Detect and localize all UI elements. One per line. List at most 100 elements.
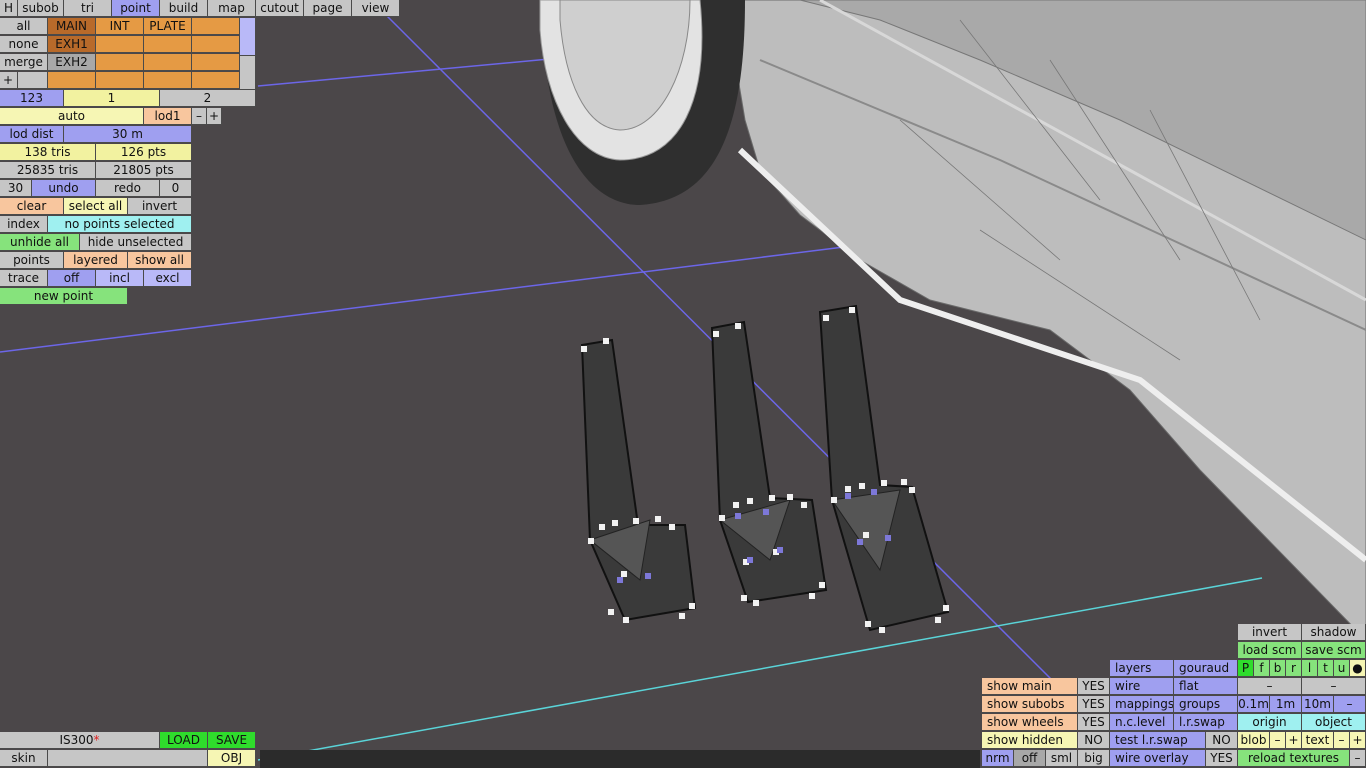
wire-button[interactable]: wire [1110, 678, 1174, 695]
lod-tab-123[interactable]: 123 [0, 90, 64, 107]
blob-plus-button[interactable]: + [1286, 732, 1302, 749]
save-button[interactable]: SAVE [208, 732, 256, 749]
tab-point[interactable]: point [112, 0, 160, 17]
skin-button[interactable]: skin [0, 750, 48, 767]
show-wheels-button[interactable]: show wheels [982, 714, 1078, 731]
invert-view-button[interactable]: invert [1238, 624, 1302, 641]
points-mode-button[interactable]: points [0, 252, 64, 269]
subob-cell[interactable] [96, 36, 144, 53]
text-button[interactable]: text [1302, 732, 1334, 749]
test-lr-swap-button[interactable]: test l.r.swap [1110, 732, 1206, 749]
new-point-button[interactable]: new point [0, 288, 128, 305]
show-hidden-button[interactable]: show hidden [982, 732, 1078, 749]
index-button[interactable]: index [0, 216, 48, 233]
trace-excl-button[interactable]: excl [144, 270, 192, 287]
blob-button[interactable]: blob [1238, 732, 1270, 749]
hide-unselected-button[interactable]: hide unselected [80, 234, 192, 251]
select-all-button[interactable]: select all [64, 198, 128, 215]
lod-tab-2[interactable]: 2 [160, 90, 256, 107]
lod-name[interactable]: lod1 [144, 108, 192, 125]
subob-cell[interactable] [96, 72, 144, 89]
trace-incl-button[interactable]: incl [96, 270, 144, 287]
text-minus-button[interactable]: – [1334, 732, 1350, 749]
save-scm-button[interactable]: save scm [1302, 642, 1366, 659]
layers-button[interactable]: layers [1110, 660, 1174, 677]
subob-int[interactable]: INT [96, 18, 144, 35]
dash-button[interactable]: – [1302, 678, 1366, 695]
gouraud-button[interactable]: gouraud [1174, 660, 1238, 677]
show-subobs-value[interactable]: YES [1078, 696, 1110, 713]
show-all-button[interactable]: show all [128, 252, 192, 269]
tab-page[interactable]: page [304, 0, 352, 17]
subob-cell[interactable] [96, 54, 144, 71]
lod-auto[interactable]: auto [0, 108, 144, 125]
load-scm-button[interactable]: load scm [1238, 642, 1302, 659]
subob-main[interactable]: MAIN [48, 18, 96, 35]
subob-cell[interactable] [192, 18, 240, 35]
skin-field[interactable] [48, 750, 208, 767]
flag-u[interactable]: u [1334, 660, 1350, 677]
show-subobs-button[interactable]: show subobs [982, 696, 1078, 713]
reload-textures-button[interactable]: reload textures [1238, 750, 1350, 767]
lod-minus-button[interactable]: – [192, 108, 207, 125]
origin-button[interactable]: origin [1238, 714, 1302, 731]
clear-button[interactable]: clear [0, 198, 64, 215]
grid-minus-button[interactable]: – [1334, 696, 1366, 713]
subob-cell[interactable] [144, 72, 192, 89]
show-hidden-value[interactable]: NO [1078, 732, 1110, 749]
subob-cell[interactable] [192, 36, 240, 53]
model-name[interactable]: IS300* [0, 732, 160, 749]
unhide-all-button[interactable]: unhide all [0, 234, 80, 251]
shadow-button[interactable]: shadow [1302, 624, 1366, 641]
subob-merge-button[interactable]: merge [0, 54, 48, 71]
test-lr-swap-value[interactable]: NO [1206, 732, 1238, 749]
flag-f[interactable]: f [1254, 660, 1270, 677]
text-plus-button[interactable]: + [1350, 732, 1366, 749]
menu-h[interactable]: H [0, 0, 18, 17]
lod-plus-button[interactable]: + [207, 108, 222, 125]
reload-minus-button[interactable]: – [1350, 750, 1366, 767]
subob-cell[interactable] [144, 36, 192, 53]
wire-overlay-value[interactable]: YES [1206, 750, 1238, 767]
subob-plate[interactable]: PLATE [144, 18, 192, 35]
dash-button[interactable]: – [1238, 678, 1302, 695]
invert-button[interactable]: invert [128, 198, 192, 215]
flat-button[interactable]: flat [1174, 678, 1238, 695]
subob-cell[interactable] [192, 54, 240, 71]
subob-exh1[interactable]: EXH1 [48, 36, 96, 53]
lr-swap-button[interactable]: l.r.swap [1174, 714, 1238, 731]
subob-cell[interactable] [192, 72, 240, 89]
mappings-button[interactable]: mappings [1110, 696, 1174, 713]
subob-none-button[interactable]: none [0, 36, 48, 53]
subob-exh2[interactable]: EXH2 [48, 54, 96, 71]
tab-cutout[interactable]: cutout [256, 0, 304, 17]
size-big-button[interactable]: big [1078, 750, 1110, 767]
grid-10m-button[interactable]: 10m [1302, 696, 1334, 713]
tab-build[interactable]: build [160, 0, 208, 17]
size-nrm-button[interactable]: nrm [982, 750, 1014, 767]
flag-t[interactable]: t [1318, 660, 1334, 677]
show-wheels-value[interactable]: YES [1078, 714, 1110, 731]
nc-level-button[interactable]: n.c.level [1110, 714, 1174, 731]
undo-button[interactable]: undo [32, 180, 96, 197]
lod-dist-value[interactable]: 30 m [64, 126, 192, 143]
subob-all-button[interactable]: all [0, 18, 48, 35]
object-button[interactable]: object [1302, 714, 1366, 731]
groups-button[interactable]: groups [1174, 696, 1238, 713]
subob-add-button[interactable]: + [0, 72, 18, 89]
subob-scroll-thumb[interactable] [240, 18, 256, 56]
flag-p[interactable]: P [1238, 660, 1254, 677]
flag-l[interactable]: l [1302, 660, 1318, 677]
show-main-button[interactable]: show main [982, 678, 1078, 695]
flag-r[interactable]: r [1286, 660, 1302, 677]
flag-b[interactable]: b [1270, 660, 1286, 677]
show-main-value[interactable]: YES [1078, 678, 1110, 695]
grid-1m-button[interactable]: 1m [1270, 696, 1302, 713]
tab-tri[interactable]: tri [64, 0, 112, 17]
subob-cell[interactable] [144, 54, 192, 71]
flag-dot[interactable]: ● [1350, 660, 1366, 677]
size-off-button[interactable]: off [1014, 750, 1046, 767]
size-sml-button[interactable]: sml [1046, 750, 1078, 767]
tab-subob[interactable]: subob [18, 0, 64, 17]
lod-tab-1[interactable]: 1 [64, 90, 160, 107]
